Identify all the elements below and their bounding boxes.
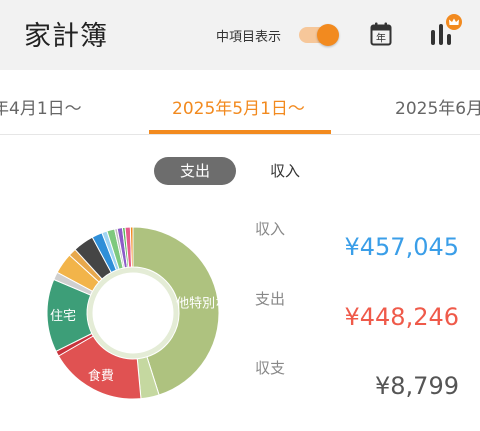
donut-slice-label: 他特別な <box>176 296 228 311</box>
subcategory-toggle-label: 中項目表示 <box>216 30 282 45</box>
app-title: 家計簿 <box>24 21 108 52</box>
period-tabs: 年4月1日～ 2025年5月1日～ 2025年6月 <box>0 70 480 134</box>
donut-slice-label: 食費 <box>88 368 114 384</box>
period-tab-prev[interactable]: 年4月1日～ <box>0 94 82 119</box>
bar-chart-icon[interactable] <box>428 14 464 48</box>
donut-slice-label: 住宅 <box>50 309 76 324</box>
calendar-icon-text: 年 <box>376 32 386 45</box>
expense-label: 支出 <box>255 290 286 308</box>
segment-income[interactable]: 収入 <box>252 157 318 185</box>
subcategory-toggle[interactable] <box>299 24 339 46</box>
period-tab-current[interactable]: 2025年5月1日～ <box>172 94 305 119</box>
income-label: 収入 <box>255 220 286 238</box>
toggle-knob <box>317 24 339 46</box>
balance-label: 収支 <box>255 359 286 377</box>
tabs-divider <box>0 134 480 135</box>
category-donut-chart[interactable]: 他特別な食費 住宅 <box>38 218 228 408</box>
segment-expense[interactable]: 支出 <box>154 157 236 185</box>
balance-value: ¥8,799 <box>375 372 459 400</box>
expense-value: ¥448,246 <box>344 303 459 331</box>
crown-icon <box>446 14 462 30</box>
period-tab-next[interactable]: 2025年6月 <box>395 94 480 119</box>
calendar-icon[interactable]: 年 <box>370 22 392 46</box>
income-value: ¥457,045 <box>344 233 459 261</box>
app-header: 家計簿 中項目表示 年 <box>0 0 480 70</box>
donut-hole <box>93 273 173 353</box>
